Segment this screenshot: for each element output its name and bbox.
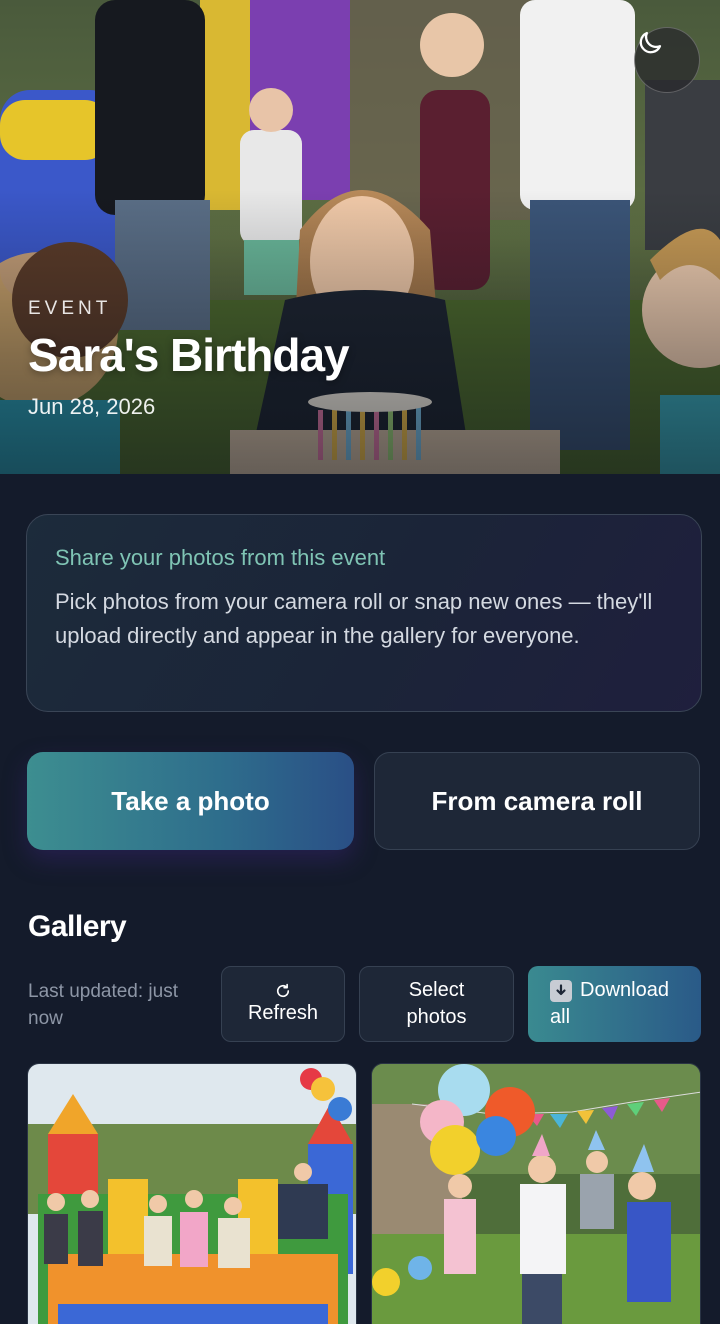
- take-photo-button[interactable]: Take a photo: [27, 752, 354, 850]
- photo-image: [372, 1064, 700, 1324]
- gallery-heading: Gallery: [28, 910, 127, 943]
- download-label-line2: all: [550, 1006, 571, 1028]
- event-eyebrow: EVENT: [28, 298, 112, 319]
- download-all-button[interactable]: Download all: [528, 966, 701, 1042]
- moon-icon: [639, 31, 662, 54]
- share-info-card: Share your photos from this event Pick p…: [26, 514, 702, 712]
- refresh-label: Refresh: [247, 1001, 319, 1024]
- gallery-photo-balloons[interactable]: [371, 1063, 701, 1324]
- refresh-icon: [276, 983, 290, 997]
- event-hero: EVENT Sara's Birthday Jun 28, 2026: [0, 0, 720, 474]
- photo-image: [28, 1064, 356, 1324]
- info-card-title: Share your photos from this event: [55, 545, 386, 570]
- event-date: Jun 28, 2026: [28, 394, 156, 419]
- select-label-line2: photos: [406, 1006, 467, 1028]
- last-updated-text: Last updated: just now: [28, 981, 178, 1029]
- event-title: Sara's Birthday: [28, 329, 350, 381]
- download-label-line1: Download: [580, 979, 669, 1001]
- select-label-line1: Select: [408, 979, 465, 1001]
- info-card-body: Pick photos from your camera roll or sna…: [55, 589, 653, 648]
- select-photos-button[interactable]: Select photos: [359, 966, 514, 1042]
- gallery-photo-bounce-house[interactable]: [27, 1063, 357, 1324]
- refresh-button[interactable]: Refresh: [221, 966, 345, 1042]
- theme-toggle-button[interactable]: [634, 27, 700, 93]
- download-icon: [550, 979, 572, 1002]
- camera-roll-button[interactable]: From camera roll: [374, 752, 700, 850]
- hero-text-block: EVENT Sara's Birthday Jun 28, 2026: [28, 298, 350, 420]
